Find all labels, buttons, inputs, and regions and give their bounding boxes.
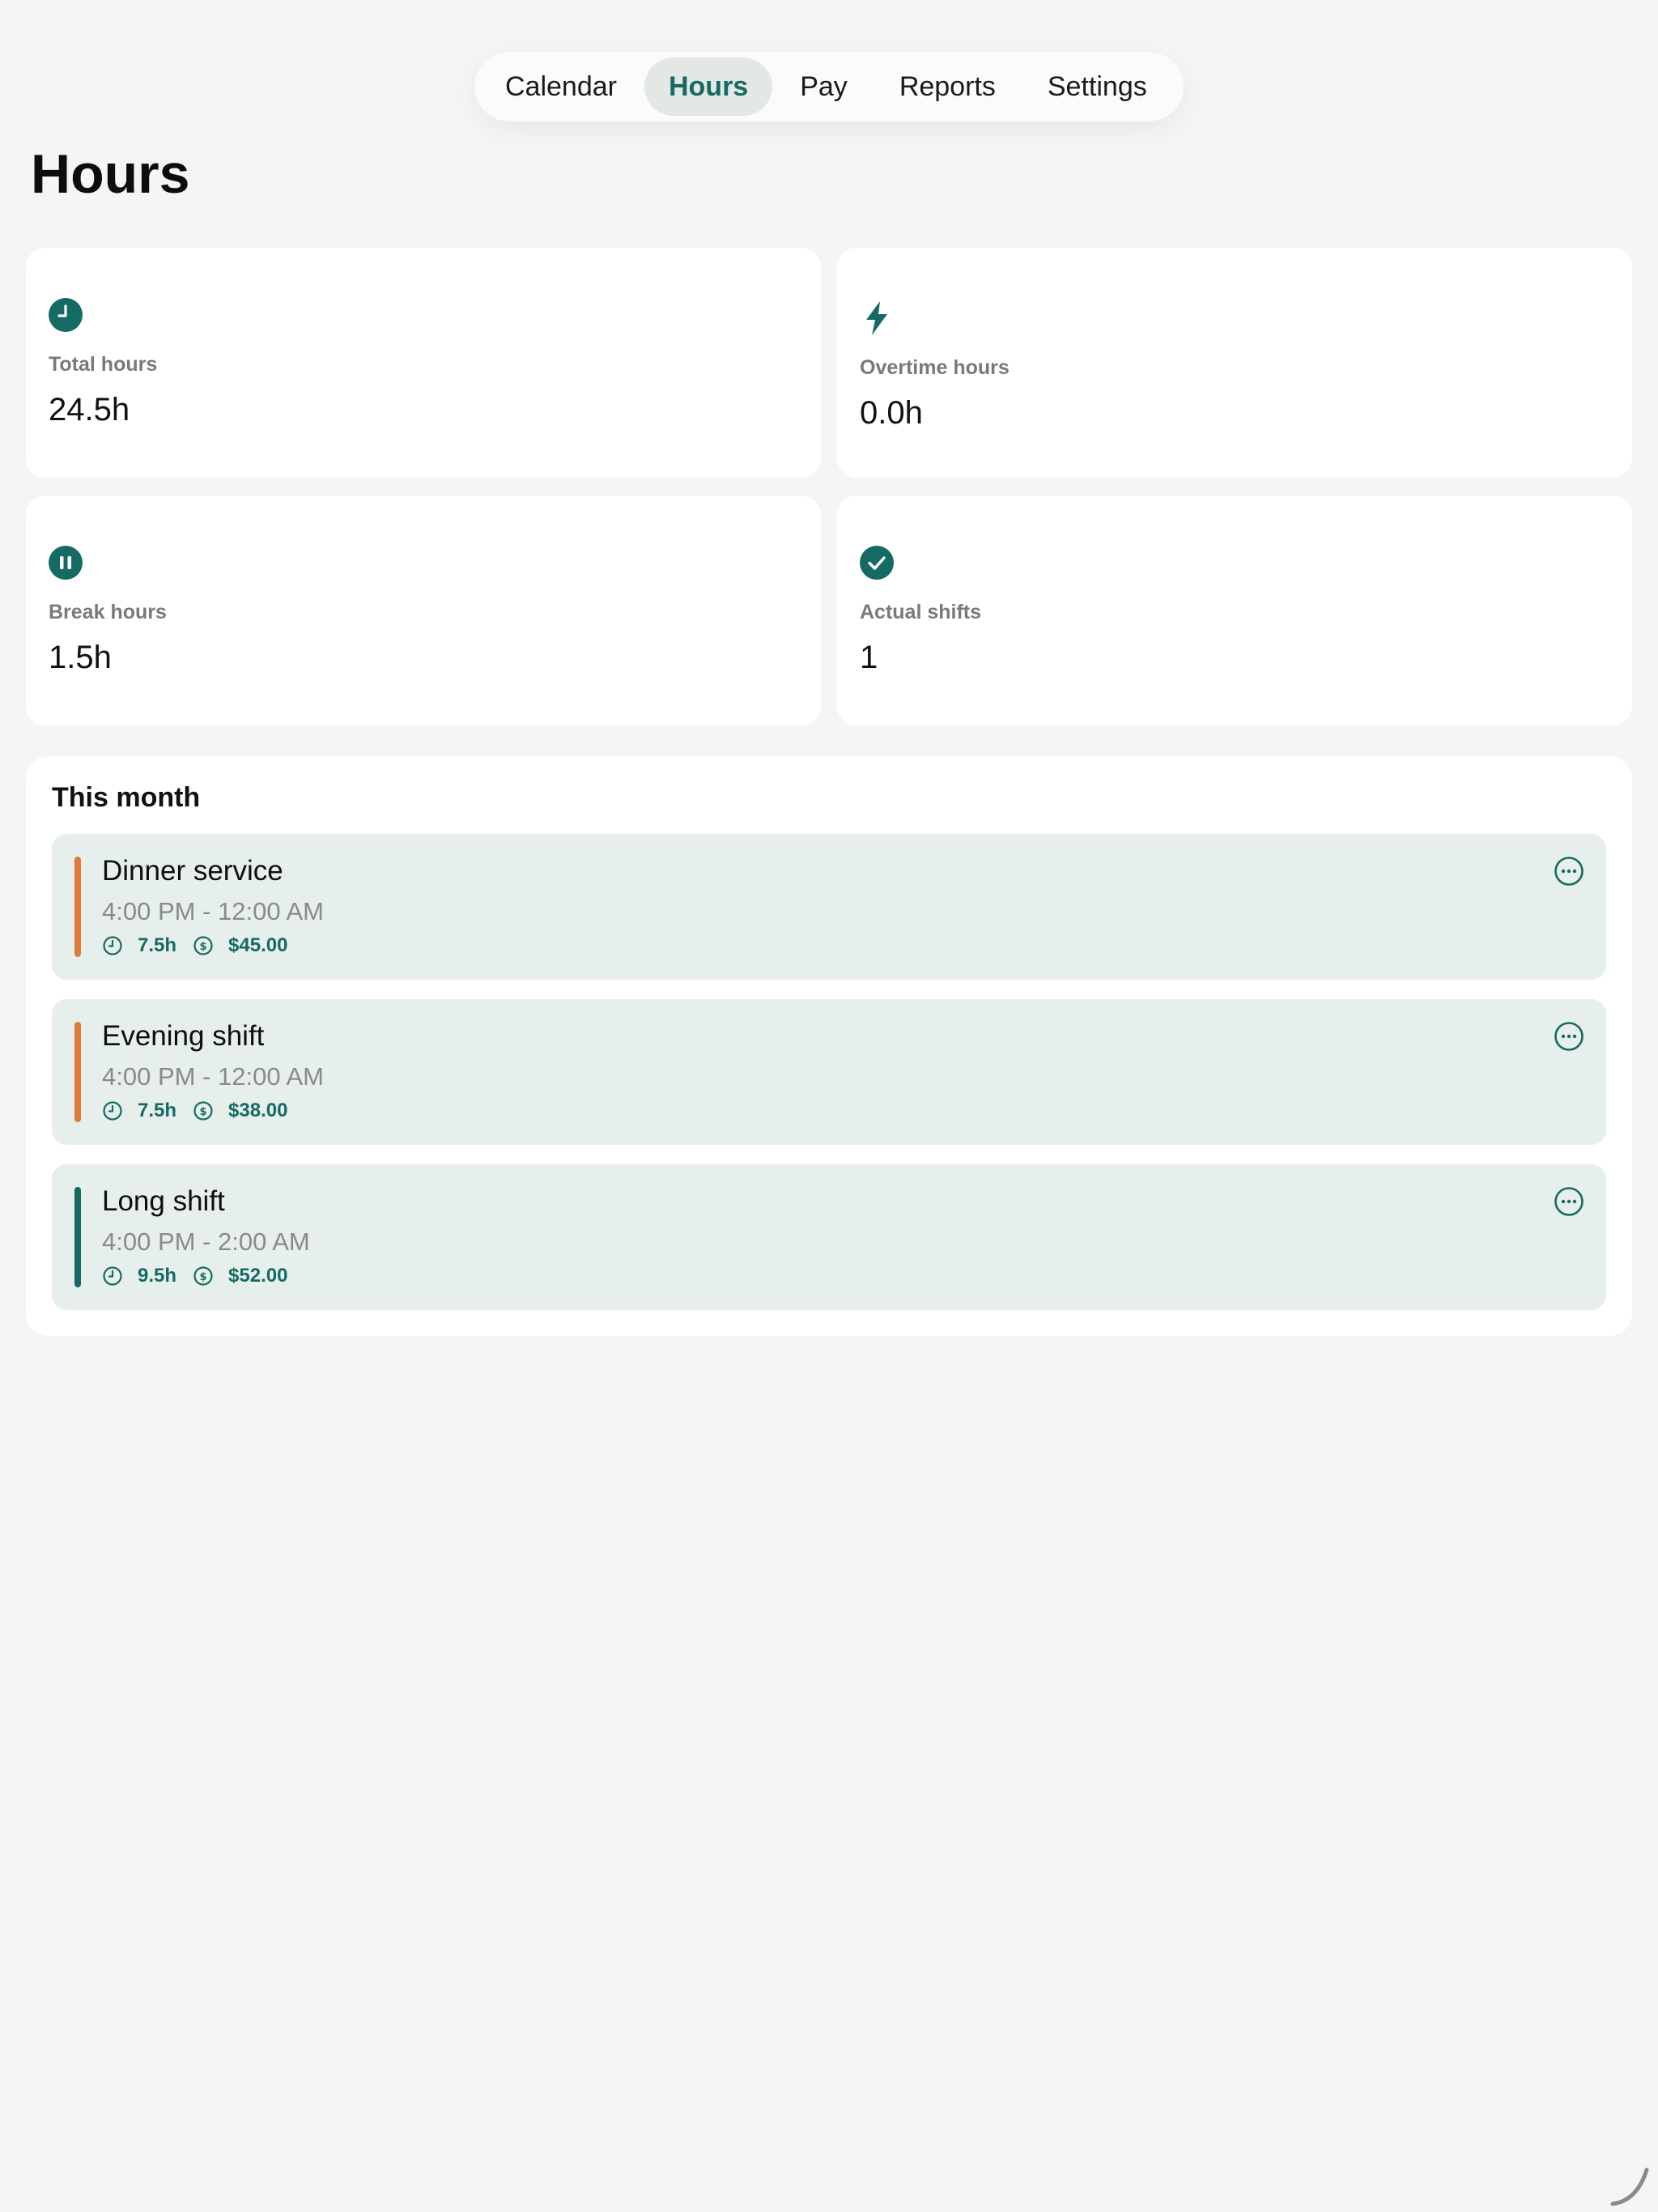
shift-item-long-shift[interactable]: Long shift 4:00 PM - 2:00 AM 9.5h $ $52.… bbox=[52, 1164, 1606, 1310]
stat-card-overtime-hours: Overtime hours 0.0h bbox=[837, 248, 1632, 478]
shift-item-evening-shift[interactable]: Evening shift 4:00 PM - 12:00 AM 7.5h $ … bbox=[52, 999, 1606, 1145]
clock-icon bbox=[103, 1101, 122, 1121]
stat-value: 24.5h bbox=[49, 392, 130, 428]
shift-time: 4:00 PM - 12:00 AM bbox=[102, 1062, 324, 1091]
more-options-icon[interactable] bbox=[1553, 1020, 1585, 1053]
svg-text:$: $ bbox=[200, 1106, 207, 1118]
shift-time: 4:00 PM - 12:00 AM bbox=[102, 897, 324, 925]
top-tab-bar: Calendar Hours Pay Reports Settings bbox=[474, 52, 1184, 121]
shift-color-bar bbox=[74, 857, 81, 957]
this-month-section: This month Dinner service 4:00 PM - 12:0… bbox=[26, 756, 1632, 1336]
more-options-icon[interactable] bbox=[1553, 1185, 1585, 1218]
check-icon bbox=[860, 546, 894, 580]
clock-icon bbox=[49, 298, 83, 332]
shift-item-dinner-service[interactable]: Dinner service 4:00 PM - 12:00 AM 7.5h $… bbox=[52, 834, 1606, 980]
resize-handle-icon bbox=[1610, 2167, 1649, 2206]
dollar-icon: $ bbox=[193, 1266, 213, 1286]
stat-value: 0.0h bbox=[860, 395, 923, 431]
tab-settings[interactable]: Settings bbox=[1023, 57, 1171, 116]
shift-pay: $38.00 bbox=[228, 1100, 288, 1121]
stat-card-actual-shifts: Actual shifts 1 bbox=[837, 496, 1632, 725]
pause-icon bbox=[49, 546, 83, 580]
stat-label: Actual shifts bbox=[860, 601, 982, 623]
dollar-icon: $ bbox=[193, 1101, 213, 1121]
more-options-icon[interactable] bbox=[1553, 855, 1585, 887]
stat-value: 1 bbox=[860, 640, 878, 675]
shift-hours: 9.5h bbox=[138, 1265, 177, 1287]
shift-meta: 7.5h $ $45.00 bbox=[102, 934, 287, 957]
lightning-icon bbox=[866, 301, 887, 335]
stat-label: Break hours bbox=[49, 601, 167, 623]
tab-calendar[interactable]: Calendar bbox=[481, 57, 641, 116]
shift-name: Evening shift bbox=[102, 1020, 265, 1052]
shift-pay: $52.00 bbox=[228, 1265, 288, 1287]
clock-icon bbox=[103, 1266, 122, 1286]
page-title: Hours bbox=[31, 143, 190, 205]
shift-meta: 9.5h $ $52.00 bbox=[102, 1265, 287, 1287]
stat-label: Overtime hours bbox=[860, 356, 1010, 379]
shift-time: 4:00 PM - 2:00 AM bbox=[102, 1227, 310, 1256]
svg-text:$: $ bbox=[200, 1271, 207, 1283]
shift-meta: 7.5h $ $38.00 bbox=[102, 1100, 287, 1122]
shift-color-bar bbox=[74, 1187, 81, 1287]
tab-hours[interactable]: Hours bbox=[644, 57, 773, 116]
shift-pay: $45.00 bbox=[228, 934, 288, 956]
stat-card-break-hours: Break hours 1.5h bbox=[26, 496, 821, 725]
shift-name: Long shift bbox=[102, 1185, 225, 1217]
dollar-icon: $ bbox=[193, 936, 213, 955]
shift-hours: 7.5h bbox=[138, 934, 177, 956]
tab-reports[interactable]: Reports bbox=[875, 57, 1020, 116]
shift-color-bar bbox=[74, 1022, 81, 1122]
stat-label: Total hours bbox=[49, 353, 158, 376]
shift-name: Dinner service bbox=[102, 855, 283, 887]
section-title: This month bbox=[52, 782, 201, 813]
stat-card-total-hours: Total hours 24.5h bbox=[26, 248, 821, 478]
tab-pay[interactable]: Pay bbox=[776, 57, 872, 116]
shift-hours: 7.5h bbox=[138, 1100, 177, 1121]
stat-value: 1.5h bbox=[49, 640, 112, 675]
clock-icon bbox=[103, 936, 122, 955]
svg-text:$: $ bbox=[200, 941, 207, 953]
